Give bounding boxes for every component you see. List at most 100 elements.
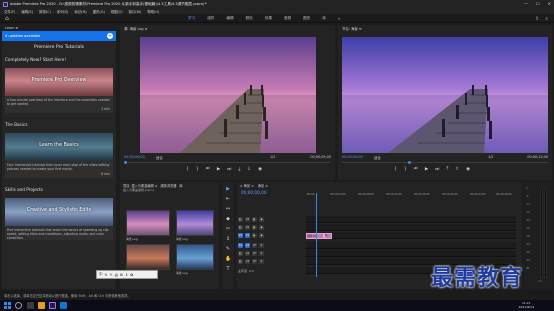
source-scrub-bar[interactable] [124, 162, 330, 163]
premiere-taskbar-icon[interactable] [49, 302, 56, 309]
lift-icon[interactable]: ⤒ [446, 166, 448, 172]
clip-thumbnail-4[interactable] [176, 244, 214, 270]
timeline-timecode[interactable]: 00;00;00;00 [241, 190, 267, 195]
track-target-icon[interactable]: ◧ [238, 217, 243, 222]
menu-markers[interactable]: 标记(M) [74, 9, 86, 14]
step-forward-icon[interactable]: ⏭ [227, 166, 231, 172]
track-v3[interactable] [306, 216, 516, 223]
razor-tool-icon[interactable]: ✂ [225, 226, 231, 232]
ime-pen-button[interactable]: ✎ [110, 273, 113, 277]
track-target-icon[interactable]: ◧ [238, 251, 243, 256]
home-icon[interactable]: ⌂ [5, 15, 11, 22]
eye-icon[interactable]: ◉ [259, 233, 264, 238]
ime-arrows-button[interactable]: ↕ [125, 273, 128, 277]
timeline-playhead[interactable] [316, 193, 317, 277]
minimize-button[interactable]: — [524, 1, 528, 6]
workspace-tab-color[interactable]: 颜色 [246, 16, 253, 21]
track-target-icon[interactable]: ◧ [238, 225, 243, 230]
pen-tool-icon[interactable]: ✎ [225, 246, 231, 252]
menu-sequence[interactable]: 序列(S) [57, 9, 69, 14]
workspace-tab-learn[interactable]: 学习 [188, 16, 195, 21]
export-frame-icon[interactable]: ◉ [466, 167, 470, 172]
track-a1[interactable] [306, 242, 516, 249]
ime-skin-button[interactable]: ✿ [130, 273, 133, 277]
program-fit-select[interactable]: 适合 [374, 155, 381, 160]
step-forward-icon[interactable]: ⏭ [435, 166, 439, 172]
overwrite-icon[interactable]: ⇩ [247, 167, 251, 172]
share-icon[interactable]: ⇪ [535, 16, 539, 22]
menu-clip[interactable]: 剪辑(C) [39, 9, 51, 14]
program-resolution-select[interactable]: 1/2 [488, 155, 493, 159]
menu-view[interactable]: 视图(V) [111, 9, 123, 14]
workspace-tab-graphics[interactable]: 图形 [303, 16, 310, 21]
play-icon[interactable]: ▶ [217, 167, 220, 172]
mute-icon[interactable]: M [252, 243, 257, 248]
timeline-tab-1[interactable]: × 海景 ≡ [240, 183, 254, 188]
track-header-a3[interactable]: ◧ A3 M S [238, 258, 304, 265]
timeline-tab-2[interactable]: 海景 ≡ [258, 183, 268, 188]
track-a2[interactable] [306, 250, 516, 257]
source-resolution-select[interactable]: 1/2 [270, 155, 275, 159]
lock-icon[interactable]: 🔒 [252, 217, 257, 222]
menu-file[interactable]: 文件(F) [4, 9, 15, 14]
workspace-tab-assembly[interactable]: 组件 [207, 16, 214, 21]
eye-icon[interactable]: ◉ [259, 225, 264, 230]
source-fit-select[interactable]: 适合 [156, 155, 163, 160]
slip-tool-icon[interactable]: ↕ [225, 236, 231, 242]
clip-thumbnail-2[interactable] [176, 210, 214, 236]
track-header-v3[interactable]: ◧ V3 🔒 ◉ [238, 216, 304, 223]
eye-icon[interactable]: ◉ [259, 217, 264, 222]
timeline-clip[interactable]: fx [324, 232, 332, 239]
insert-icon[interactable]: ⤓ [238, 166, 240, 172]
mark-in-icon[interactable]: { [186, 167, 189, 172]
type-tool-icon[interactable]: T [225, 266, 231, 272]
track-target-icon[interactable]: A1 [238, 243, 243, 248]
play-icon[interactable]: ▶ [425, 167, 428, 172]
tab-libraries[interactable]: 库 [179, 183, 182, 188]
mark-out-icon[interactable]: } [404, 167, 407, 172]
solo-icon[interactable]: S [259, 243, 264, 248]
updates-close-icon[interactable]: + [107, 33, 113, 39]
lock-icon[interactable]: 🔒 [252, 225, 257, 230]
track-header-a1[interactable]: A1 A1 M S [238, 242, 304, 249]
track-header-a2[interactable]: ◧ A2 M S [238, 250, 304, 257]
solo-icon[interactable]: S [259, 259, 264, 264]
source-monitor-tab[interactable]: 源: 海景 Log ≡ [120, 25, 335, 32]
mark-in-icon[interactable]: { [394, 167, 397, 172]
extract-icon[interactable]: ⇧ [455, 167, 459, 172]
task-view-icon[interactable] [27, 302, 34, 309]
workspace-tab-effects[interactable]: 效果 [265, 16, 272, 21]
file-explorer-icon[interactable] [38, 302, 45, 309]
track-target-icon[interactable]: V1 [238, 233, 243, 238]
mute-icon[interactable]: M [252, 251, 257, 256]
export-frame-icon[interactable]: ◉ [258, 167, 262, 172]
ime-mode-button[interactable]: 中 [99, 272, 103, 277]
search-icon[interactable]: ⌕ [545, 16, 548, 22]
workspace-tab-audio[interactable]: 音频 [284, 16, 291, 21]
taskbar-clock[interactable]: 11:21 2021/8/24 [519, 301, 534, 310]
menu-graphics[interactable]: 图形(G) [93, 9, 105, 14]
windows-start-icon[interactable] [4, 302, 11, 309]
mark-out-icon[interactable]: } [196, 167, 199, 172]
program-playhead[interactable] [408, 161, 411, 164]
step-back-icon[interactable]: ⏮ [414, 166, 418, 172]
selection-tool-icon[interactable]: ▶ [225, 186, 231, 192]
track-header-v2[interactable]: ◧ V2 🔒 ◉ [238, 224, 304, 231]
workspace-more-button[interactable]: » [338, 16, 340, 21]
solo-icon[interactable]: S [259, 251, 264, 256]
menu-help[interactable]: 帮助(H) [147, 9, 159, 14]
source-timecode[interactable]: 00;00;00;00 [124, 155, 145, 159]
app-taskbar-icon[interactable] [60, 302, 67, 309]
program-timecode[interactable]: 00;00;00;00 [342, 155, 363, 159]
ime-keyboard-button[interactable]: ▤ [115, 273, 118, 277]
workspace-tab-editing[interactable]: 编辑 [226, 16, 233, 21]
hand-tool-icon[interactable]: ✋ [225, 256, 231, 262]
tutorial-card-overview[interactable]: Premiere Pro Overview A two-minute overv… [5, 68, 113, 113]
workspace-tab-libraries[interactable]: 库 [322, 16, 326, 21]
menu-edit[interactable]: 编辑(E) [21, 9, 33, 14]
track-header-master[interactable]: 主声道 0.0 [238, 267, 304, 274]
rate-stretch-tool-icon[interactable]: ◆ [225, 216, 231, 222]
ime-grid-button[interactable]: ⊞ [120, 273, 123, 277]
master-volume[interactable]: 0.0 [249, 269, 254, 273]
tutorial-card-creative[interactable]: Creative and Stylistic Edits Five intera… [5, 198, 113, 240]
